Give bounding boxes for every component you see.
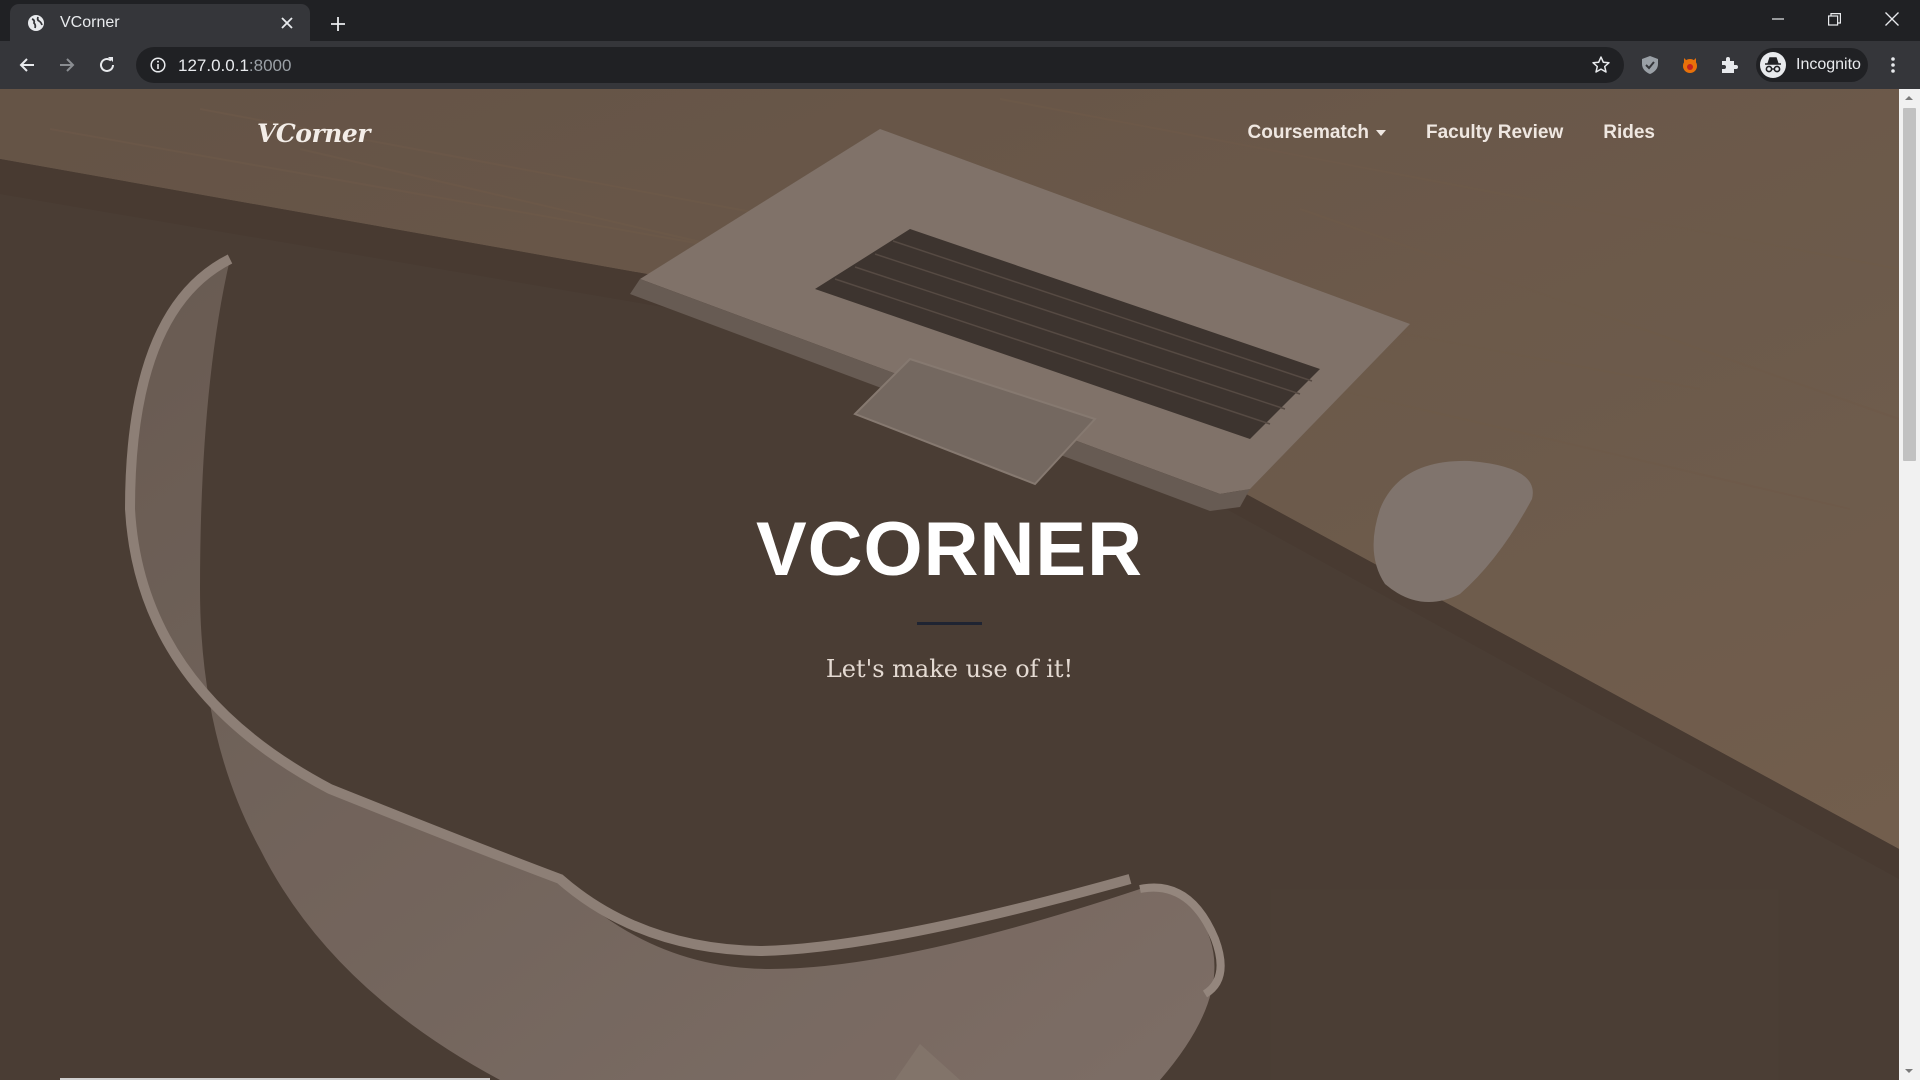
- hero-divider: [917, 622, 982, 625]
- forward-arrow-icon[interactable]: [52, 50, 82, 80]
- profile-label: Incognito: [1796, 56, 1861, 73]
- scroll-up-arrow-icon[interactable]: [1904, 93, 1914, 103]
- scrollbar-thumb[interactable]: [1903, 108, 1916, 461]
- page-scrollbar[interactable]: [1899, 89, 1920, 1080]
- extensions-puzzle-icon[interactable]: [1716, 52, 1742, 78]
- back-arrow-icon[interactable]: [12, 50, 42, 80]
- fox-extension-icon[interactable]: [1677, 52, 1703, 78]
- browser-toolbar: 127.0.0.1:8000 Incognito: [0, 41, 1920, 89]
- incognito-profile-button[interactable]: Incognito: [1756, 48, 1868, 82]
- scroll-down-arrow-icon[interactable]: [1904, 1066, 1914, 1076]
- url-host: 127.0.0.1: [178, 56, 249, 75]
- more-menu-icon[interactable]: [1880, 52, 1906, 78]
- hero-title: VCORNER: [755, 507, 1144, 592]
- window-controls: [1749, 0, 1920, 38]
- hero-subtitle: Let's make use of it!: [825, 655, 1074, 683]
- close-window-icon[interactable]: [1863, 0, 1920, 38]
- url-text: 127.0.0.1:8000: [178, 56, 291, 76]
- close-tab-icon[interactable]: [276, 12, 298, 34]
- incognito-icon: [1760, 52, 1786, 78]
- address-bar[interactable]: 127.0.0.1:8000: [136, 47, 1624, 83]
- bookmark-star-icon[interactable]: [1590, 54, 1612, 76]
- new-tab-button[interactable]: [324, 10, 352, 38]
- reload-icon[interactable]: [92, 50, 122, 80]
- browser-tab[interactable]: VCorner: [10, 4, 310, 41]
- restore-icon[interactable]: [1806, 0, 1863, 38]
- url-port: :8000: [248, 56, 292, 75]
- minimize-icon[interactable]: [1749, 0, 1806, 38]
- site-info-icon[interactable]: [148, 55, 168, 75]
- globe-icon: [26, 13, 46, 33]
- shield-extension-icon[interactable]: [1637, 52, 1663, 78]
- browser-tabstrip: VCorner: [0, 0, 1920, 41]
- tab-title: VCorner: [60, 13, 120, 31]
- hero-section: VCORNER Let's make use of it!: [0, 89, 1899, 1080]
- page-viewport: VCorner Coursematch Faculty Review Rides…: [0, 89, 1899, 1080]
